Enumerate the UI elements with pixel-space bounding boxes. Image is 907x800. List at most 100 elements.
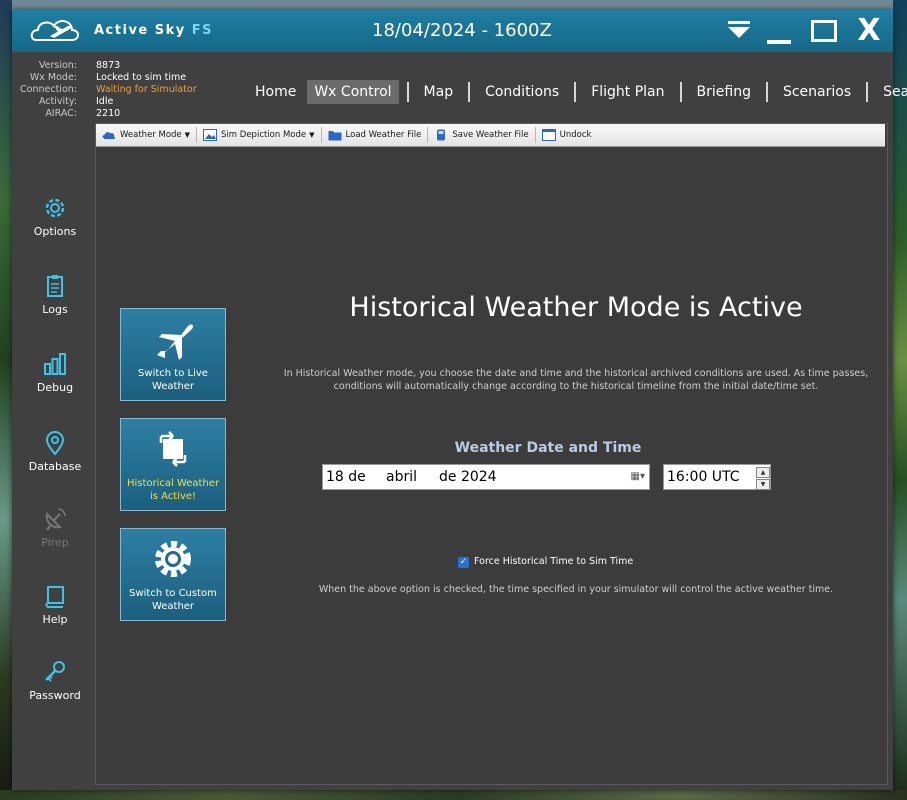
nav-home[interactable]: Home — [248, 80, 303, 104]
status-value-connection: Waiting for Simulator — [96, 84, 197, 95]
chevron-down-icon — [728, 21, 750, 38]
clipboard-icon — [47, 275, 63, 297]
nav-map[interactable]: Map — [417, 80, 461, 104]
status-label-wx-mode: Wx Mode: — [29, 72, 77, 83]
maximize-icon — [811, 20, 837, 42]
status-panel: Version: 8873 Wx Mode: Locked to sim time … — [12, 60, 242, 120]
airplane-icon — [157, 324, 193, 360]
background-scenery-left — [0, 0, 12, 800]
close-icon: X — [857, 13, 881, 48]
sidebar-item-help[interactable]: Help — [12, 583, 98, 626]
cloud-icon — [102, 132, 116, 139]
cog-icon — [155, 541, 191, 577]
time-value: 16:00 UTC — [667, 469, 740, 485]
app-logo-icon — [30, 20, 79, 41]
bar-chart-icon — [44, 353, 66, 375]
wx-control-panel: Weather Mode ▼ Sim Depiction Mode ▼ Load W… — [95, 123, 888, 785]
minimize-icon — [767, 40, 791, 44]
nav-briefing[interactable]: Briefing — [690, 80, 758, 104]
undock-button[interactable]: Undock — [536, 125, 598, 145]
sidebar-item-label: Password — [29, 689, 81, 702]
minimize-button[interactable] — [764, 16, 794, 46]
sidebar-item-label: Logs — [42, 303, 68, 316]
calendar-dropdown-icon[interactable]: ▦▾ — [631, 471, 645, 482]
custom-weather-label: Switch to Custom Weather — [129, 588, 217, 612]
map-pin-icon — [45, 431, 65, 456]
nav-conditions[interactable]: Conditions — [478, 80, 566, 104]
save-weather-file-button[interactable]: Save Weather File — [428, 125, 534, 145]
sidebar-item-options[interactable]: Options — [12, 195, 98, 238]
background-scenery-right — [893, 0, 907, 800]
background-scenery-bottom — [0, 790, 907, 800]
force-option-note: When the above option is checked, the ti… — [318, 584, 834, 595]
load-weather-file-label: Load Weather File — [345, 130, 422, 140]
top-navigation: Home Wx Control Map Conditions Flight Pl… — [246, 78, 907, 106]
load-weather-file-button[interactable]: Load Weather File — [322, 125, 428, 145]
sidebar-item-label: Options — [33, 225, 77, 238]
save-icon — [437, 129, 446, 141]
toolbar: Weather Mode ▼ Sim Depiction Mode ▼ Load W… — [96, 124, 885, 147]
maximize-button[interactable] — [808, 16, 838, 46]
image-icon — [203, 129, 218, 141]
mode-description: In Historical Weather mode, you choose t… — [283, 368, 869, 392]
sim-depiction-label: Sim Depiction Mode — [221, 130, 307, 140]
sidebar-item-label: Pirep — [41, 536, 69, 549]
brand-suffix: FS — [191, 23, 214, 38]
brand-name: Active Sky — [94, 23, 192, 38]
sim-depiction-dropdown[interactable]: Sim Depiction Mode ▼ — [197, 125, 320, 145]
status-value-wx-mode: Locked to sim time — [96, 72, 187, 83]
weather-mode-label: Weather Mode — [120, 130, 182, 140]
app-window: Active Sky FS 18/04/2024 - 1600Z X Versi… — [12, 10, 907, 790]
title-bar[interactable]: Active Sky FS 18/04/2024 - 1600Z X — [12, 10, 893, 52]
undock-label: Undock — [559, 130, 592, 140]
folder-icon — [328, 131, 342, 141]
status-label-airac: AIRAC: — [45, 108, 77, 119]
sidebar-item-label: Help — [42, 613, 68, 626]
date-month: abril — [386, 469, 418, 485]
spin-down-button[interactable]: ▼ — [756, 479, 770, 490]
historical-weather-label: Historical Weather is Active! — [126, 478, 220, 502]
sidebar-item-debug[interactable]: Debug — [12, 351, 98, 394]
sidebar-item-password[interactable]: Password — [12, 659, 98, 702]
save-weather-file-label: Save Weather File — [452, 130, 529, 140]
force-historical-time-label: Force Historical Time to Sim Time — [474, 556, 634, 567]
time-input[interactable]: 16:00 UTC ▲ ▼ — [663, 464, 771, 490]
window-icon — [541, 129, 556, 141]
dropdown-menu-button[interactable] — [724, 16, 754, 46]
nav-divider — [679, 82, 682, 102]
nav-divider — [765, 82, 768, 102]
date-year: de 2024 — [439, 469, 497, 485]
force-historical-time-checkbox[interactable]: ✓ — [458, 557, 469, 568]
nav-wx-control[interactable]: Wx Control — [307, 80, 399, 104]
gear-icon — [45, 198, 65, 218]
nav-scenarios[interactable]: Scenarios — [776, 80, 858, 104]
app-brand: Active Sky FS — [94, 23, 213, 38]
sidebar-item-logs[interactable]: Logs — [12, 273, 98, 316]
status-value-version: 8873 — [96, 60, 121, 71]
time-spinner: ▲ ▼ — [756, 467, 770, 490]
status-value-activity: Idle — [96, 96, 114, 107]
nav-search[interactable]: Search — [876, 80, 907, 104]
satellite-dish-icon — [45, 508, 66, 531]
spin-up-button[interactable]: ▲ — [756, 467, 770, 478]
caret-down-icon: ▼ — [184, 131, 191, 139]
sidebar-item-pirep[interactable]: Pirep — [12, 506, 98, 549]
historical-weather-button[interactable]: Historical Weather is Active! — [120, 418, 226, 511]
datetime-title: Weather Date and Time — [454, 440, 642, 456]
weather-mode-dropdown[interactable]: Weather Mode ▼ — [96, 125, 196, 145]
nav-divider — [468, 82, 471, 102]
switch-to-custom-weather-button[interactable]: Switch to Custom Weather — [120, 528, 226, 621]
sidebar-item-database[interactable]: Database — [12, 430, 98, 473]
status-label-connection: Connection: — [20, 84, 77, 95]
status-label-activity: Activity: — [38, 96, 77, 107]
book-icon — [45, 586, 64, 608]
close-button[interactable]: X — [854, 16, 884, 46]
nav-flight-plan[interactable]: Flight Plan — [584, 80, 671, 104]
date-day: 18 de — [326, 469, 366, 485]
date-picker[interactable]: 18 de abril de 2024 ▦▾ — [322, 464, 650, 490]
live-weather-label: Switch to Live Weather — [138, 368, 208, 392]
title-datetime: 18/04/2024 - 1600Z — [372, 20, 552, 41]
page-title: Historical Weather Mode is Active — [349, 292, 803, 323]
status-value-airac: 2210 — [96, 108, 121, 119]
switch-to-live-weather-button[interactable]: Switch to Live Weather — [120, 308, 226, 401]
